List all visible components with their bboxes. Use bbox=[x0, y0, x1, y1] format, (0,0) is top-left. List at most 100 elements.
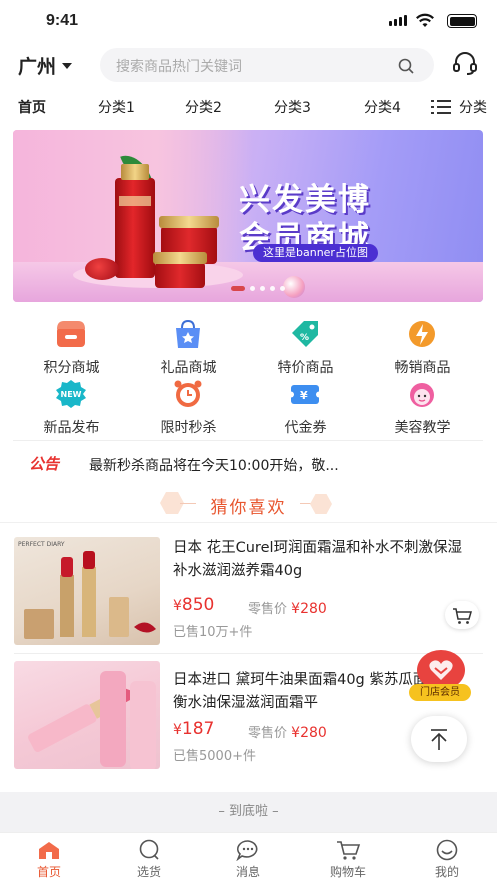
store-member-button[interactable]: 门店会员 bbox=[409, 650, 473, 706]
tabbar-label: 选货 bbox=[136, 865, 161, 879]
tab-category-3[interactable]: 分类3 bbox=[274, 97, 311, 117]
tab-category-1[interactable]: 分类1 bbox=[98, 97, 135, 117]
shortcut-label: 限时秒杀 bbox=[160, 420, 217, 436]
tabbar-label: 消息 bbox=[235, 865, 260, 879]
shortcut-label: 积分商城 bbox=[43, 360, 100, 376]
product-name[interactable]: 日本 花王Curel珂润面霜温和补水不刺激保湿补水滋润滋养霜40g bbox=[173, 537, 473, 583]
image-brand: PERFECT DIARY bbox=[18, 541, 65, 548]
cream-jar-image-2 bbox=[153, 252, 207, 288]
announcement-bar[interactable]: 公告 最新秒杀商品将在今天10:00开始，敬... bbox=[13, 440, 483, 486]
shortcut-points-mall[interactable]: 积分商城 bbox=[13, 317, 130, 377]
search-input[interactable]: 搜索商品热门关键词 bbox=[100, 48, 434, 82]
shortcut-special-offer[interactable]: % 特价商品 bbox=[247, 317, 364, 377]
battery-icon bbox=[447, 14, 477, 28]
all-categories-label: 分类 bbox=[459, 100, 487, 116]
caret-down-icon bbox=[62, 62, 73, 69]
message-icon bbox=[236, 840, 258, 861]
lipstick-photo: PERFECT DIARY bbox=[18, 541, 156, 639]
price-tag-icon: % bbox=[292, 321, 318, 347]
coupon-icon: ¥ bbox=[288, 385, 322, 404]
search-icon[interactable] bbox=[398, 58, 414, 74]
tabbar-profile[interactable]: 我的 bbox=[417, 839, 477, 880]
shortcut-flash-sale[interactable]: 限时秒杀 bbox=[130, 377, 247, 437]
tabbar-cart[interactable]: 购物车 bbox=[318, 839, 378, 880]
shortcut-grid: 积分商城 礼品商城 % 特价商品 畅销商品 NEW 新品发布 限时秒杀 ¥ 代金… bbox=[13, 313, 483, 439]
product-sold-count: 已售5000+件 bbox=[173, 749, 256, 764]
shortcut-label: 特价商品 bbox=[277, 360, 334, 376]
shortcut-beauty-tutorials[interactable]: 美容教学 bbox=[364, 377, 481, 437]
shortcut-vouchers[interactable]: ¥ 代金券 bbox=[247, 377, 364, 437]
pagination-dot[interactable] bbox=[250, 286, 255, 291]
city-selector[interactable]: 广州 bbox=[18, 52, 73, 79]
profile-icon bbox=[436, 839, 458, 861]
announcement-tag: 公告 bbox=[29, 455, 60, 473]
product-sold-count: 已售10万+件 bbox=[173, 625, 253, 640]
tab-home[interactable]: 首页 bbox=[18, 97, 46, 117]
arrow-up-icon bbox=[431, 729, 447, 750]
pagination-dot[interactable] bbox=[231, 286, 245, 291]
svg-text:NEW: NEW bbox=[61, 390, 82, 399]
product-price: ¥187 bbox=[173, 719, 215, 739]
end-of-list-text: – 到底啦 – bbox=[218, 804, 279, 819]
tabbar-home[interactable]: 首页 bbox=[19, 839, 79, 880]
add-to-cart-button[interactable] bbox=[445, 601, 479, 629]
new-badge-icon: NEW bbox=[56, 380, 86, 408]
top-header: 广州 搜索商品热门关键词 bbox=[0, 44, 497, 86]
gift-bag-icon bbox=[176, 319, 200, 348]
shortcut-label: 新品发布 bbox=[43, 420, 100, 436]
shortcut-label: 礼品商城 bbox=[160, 360, 217, 376]
svg-text:¥: ¥ bbox=[300, 389, 308, 402]
headset-icon[interactable] bbox=[451, 50, 479, 78]
pagination-dot[interactable] bbox=[280, 286, 285, 291]
shortcut-gift-mall[interactable]: 礼品商城 bbox=[130, 317, 247, 377]
product-price: ¥850 bbox=[173, 595, 215, 615]
product-image[interactable]: PERFECT DIARY bbox=[14, 537, 160, 645]
status-bar: 9:41 bbox=[0, 0, 497, 44]
tab-category-2[interactable]: 分类2 bbox=[185, 97, 222, 117]
tabbar-messages[interactable]: 消息 bbox=[218, 839, 278, 880]
shortcut-label: 美容教学 bbox=[394, 420, 451, 436]
pink-lipstick-photo bbox=[28, 671, 156, 769]
announcement-text: 最新秒杀商品将在今天10:00开始，敬... bbox=[89, 458, 339, 474]
orb-decoration bbox=[283, 276, 305, 298]
tabbar-select[interactable]: 选货 bbox=[119, 839, 179, 880]
beauty-face-icon bbox=[410, 383, 434, 407]
banner-subtitle: 这里是banner占位图 bbox=[253, 244, 378, 262]
shortcut-label: 代金券 bbox=[284, 420, 327, 436]
alarm-clock-icon bbox=[174, 380, 202, 407]
banner-pagination[interactable] bbox=[231, 286, 285, 291]
store-member-label: 门店会员 bbox=[409, 684, 471, 701]
serum-bottle-image bbox=[115, 164, 155, 278]
svg-text:%: % bbox=[300, 333, 309, 343]
list-menu-icon bbox=[431, 100, 451, 114]
status-time: 9:41 bbox=[46, 12, 79, 29]
city-label: 广州 bbox=[18, 56, 57, 78]
cart-icon bbox=[453, 608, 472, 624]
recommend-header: 猜你喜欢 bbox=[0, 486, 497, 522]
shortcut-label: 畅销商品 bbox=[394, 360, 451, 376]
product-retail-price: 零售价 ¥280 bbox=[248, 725, 327, 741]
category-tabs: 首页 分类1 分类2 分类3 分类4 分类 bbox=[0, 86, 497, 126]
tabbar-label: 购物车 bbox=[329, 865, 366, 879]
flame-icon bbox=[409, 321, 435, 347]
pagination-dot[interactable] bbox=[270, 286, 275, 291]
wifi-icon bbox=[416, 13, 434, 27]
product-card[interactable]: PERFECT DIARY 日本 花王Curel珂润面霜温和补水不刺激保湿补水滋… bbox=[0, 523, 497, 654]
recommend-title: 猜你喜欢 bbox=[210, 498, 287, 518]
chat-bubble-icon bbox=[139, 839, 159, 860]
product-image[interactable] bbox=[14, 661, 160, 769]
cart-icon bbox=[337, 841, 361, 860]
pagination-dot[interactable] bbox=[260, 286, 265, 291]
back-to-top-button[interactable] bbox=[411, 716, 467, 762]
search-placeholder: 搜索商品热门关键词 bbox=[116, 59, 242, 75]
store-icon bbox=[57, 321, 85, 347]
berry-decoration bbox=[85, 258, 119, 280]
shortcut-new-arrivals[interactable]: NEW 新品发布 bbox=[13, 377, 130, 437]
shortcut-best-sellers[interactable]: 畅销商品 bbox=[364, 317, 481, 377]
product-retail-price: 零售价 ¥280 bbox=[248, 601, 327, 617]
tabbar-label: 首页 bbox=[36, 865, 61, 879]
bottom-tab-bar: 首页 选货 消息 购物车 我的 bbox=[0, 832, 497, 883]
all-categories-button[interactable]: 分类 bbox=[427, 97, 487, 117]
promo-banner[interactable]: 兴发美博 会员商城 这里是banner占位图 bbox=[13, 130, 483, 302]
tab-category-4[interactable]: 分类4 bbox=[364, 97, 401, 117]
